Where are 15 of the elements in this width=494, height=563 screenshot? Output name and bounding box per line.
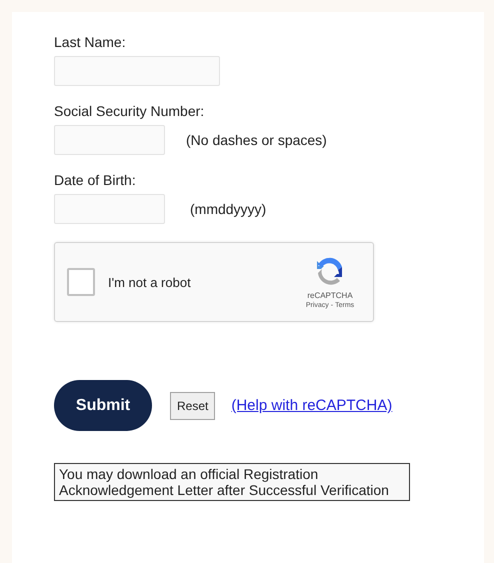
notice-text: You may download an official Registration Acknowledgement Letter after Successful Verification <box>54 463 410 501</box>
submit-button[interactable]: Submit <box>54 380 152 431</box>
input-field[interactable] <box>54 56 220 86</box>
help-link[interactable]: (Help with reCAPTCHA) <box>231 397 392 414</box>
recaptcha-brand: reCAPTCHA <box>307 291 353 300</box>
field-label: Social Security Number: <box>54 103 206 120</box>
field-label: Last Name: <box>54 34 127 51</box>
captcha-label: I'm not a robot <box>108 274 192 290</box>
captcha-checkbox[interactable] <box>67 268 95 296</box>
field-hint: (mmddyyyy) <box>190 201 266 217</box>
input-field[interactable] <box>54 194 165 224</box>
input-field[interactable] <box>54 125 165 155</box>
field-hint: (No dashes or spaces) <box>186 132 327 148</box>
reset-button[interactable]: Reset <box>170 392 216 420</box>
field-label: Date of Birth: <box>54 172 137 189</box>
